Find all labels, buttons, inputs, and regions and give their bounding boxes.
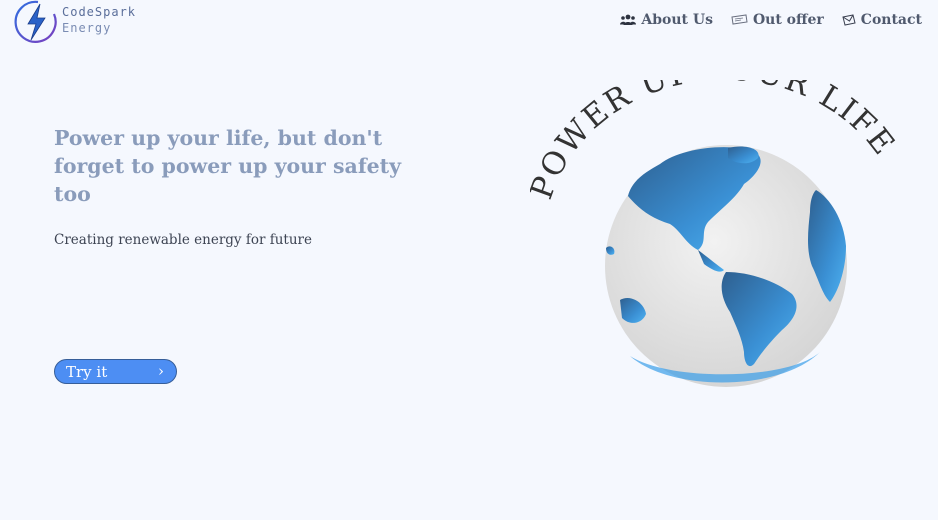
top-navigation: About Us Out offer Contact bbox=[620, 12, 922, 28]
try-it-label: Try it bbox=[66, 362, 108, 381]
try-it-button[interactable]: Try it › bbox=[54, 359, 177, 384]
lightning-bolt-logo-icon bbox=[14, 0, 57, 43]
brand-logo[interactable]: CodeSpark Energy bbox=[14, 0, 144, 44]
nav-label: Contact bbox=[860, 12, 922, 28]
brand-name: CodeSpark Energy bbox=[62, 4, 136, 36]
hero-title: Power up your life, but don't forget to … bbox=[54, 126, 402, 206]
nav-item-out-offer[interactable]: Out offer bbox=[731, 12, 824, 28]
nav-label: About Us bbox=[641, 12, 713, 28]
earth-globe-image: POWER UP YOUR LIFE bbox=[530, 80, 900, 387]
nav-item-contact[interactable]: Contact bbox=[842, 12, 922, 28]
hero-subtitle: Creating renewable energy for future bbox=[54, 232, 312, 248]
users-icon bbox=[620, 14, 637, 25]
nav-label: Out offer bbox=[752, 12, 824, 28]
mail-icon bbox=[842, 14, 856, 26]
ticket-icon bbox=[731, 14, 748, 25]
brand-name-line2: Energy bbox=[62, 21, 112, 35]
chevron-right-icon: › bbox=[158, 362, 164, 380]
nav-item-about-us[interactable]: About Us bbox=[620, 12, 713, 28]
landing-page: CodeSpark Energy About Us Out offer Cont… bbox=[0, 0, 938, 520]
brand-name-line1: CodeSpark bbox=[62, 5, 137, 19]
